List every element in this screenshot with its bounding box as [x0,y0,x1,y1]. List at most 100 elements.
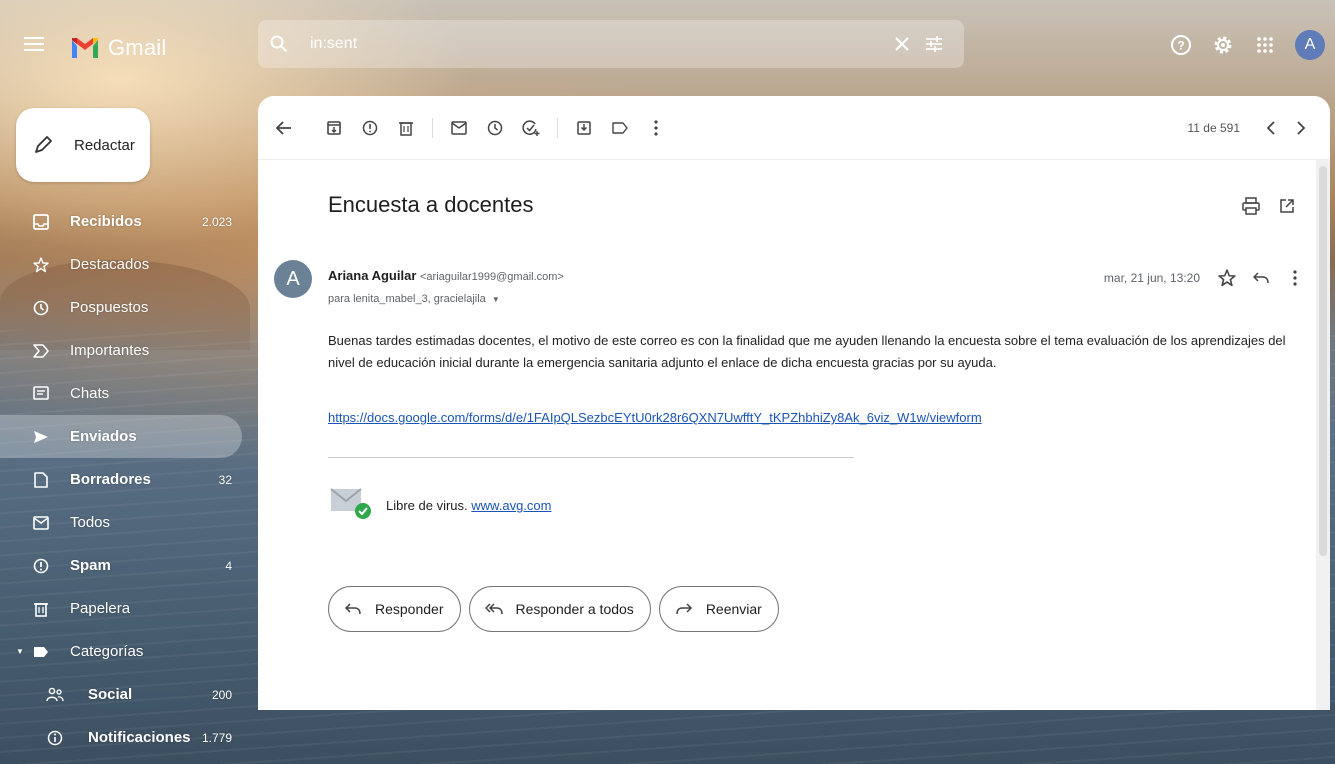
pagination: 11 de 591 [1188,96,1317,160]
sidebar-item-recibidos[interactable]: Recibidos 2.023 [0,200,250,243]
sidebar-item-destacados[interactable]: Destacados [0,243,250,286]
main-menu-icon[interactable] [24,36,48,60]
delete-icon[interactable] [388,110,424,146]
sidebar-item-social[interactable]: Social 200 [0,673,250,716]
sidebar-item-label: Todos [70,514,111,531]
search-icon[interactable] [270,35,310,53]
message-body: Buenas tardes estimadas docentes, el mot… [328,333,1286,370]
sidebar-item-papelera[interactable]: Papelera [0,587,250,630]
gmail-logo-icon [72,38,98,58]
chat-icon [30,385,52,402]
sidebar-item-importantes[interactable]: Importantes [0,329,250,372]
move-to-icon[interactable] [566,110,602,146]
apps-grid-icon[interactable] [1253,33,1277,57]
help-icon[interactable]: ? [1169,33,1193,57]
search-options-icon[interactable] [918,35,950,53]
sender-email: <ariaguilar1999@gmail.com> [420,271,564,283]
inbox-icon [30,213,52,230]
sidebar-item-label: Notificaciones [88,729,191,746]
reply-button[interactable]: Responder [328,586,461,632]
sender-avatar[interactable]: A [274,260,312,298]
message-toolbar: 11 de 591 [258,96,1330,160]
add-task-icon[interactable] [513,110,549,146]
survey-link[interactable]: https://docs.google.com/forms/d/e/1FAIpQ… [328,410,982,425]
sidebar-item-label: Spam [70,557,111,574]
reply-icon[interactable] [1246,264,1276,292]
more-vertical-icon[interactable] [638,110,674,146]
sidebar-item-todos[interactable]: Todos [0,501,250,544]
sidebar-item-label: Importantes [70,342,150,359]
sidebar-item-label: Categorías [70,643,144,660]
forward-icon [674,603,694,615]
back-arrow-icon[interactable] [266,110,302,146]
compose-button[interactable]: Redactar [16,108,150,182]
sidebar-item-categorias[interactable]: ▼ Categorías [0,630,250,673]
reply-label: Responder [375,601,444,617]
settings-gear-icon[interactable] [1211,33,1235,57]
label-outline-icon[interactable] [602,110,638,146]
clear-search-icon[interactable] [886,37,918,51]
pencil-icon [32,134,56,156]
toolbar-divider [557,117,558,138]
spam-icon [30,558,52,574]
scrollbar[interactable] [1316,160,1330,710]
draft-icon [30,471,52,488]
pagination-text: 11 de 591 [1187,121,1241,135]
dropdown-caret-icon: ▼ [491,295,500,304]
reply-all-icon [484,603,504,615]
snooze-icon[interactable] [477,110,513,146]
reply-icon [343,603,363,615]
archive-icon[interactable] [316,110,352,146]
more-vertical-icon[interactable] [1280,264,1310,292]
sender-name[interactable]: Ariana Aguilar [328,268,416,283]
print-icon[interactable] [1236,194,1266,218]
reply-all-label: Responder a todos [515,601,634,617]
chevron-right-icon[interactable] [1286,113,1316,143]
sidebar-item-spam[interactable]: Spam 4 [0,544,250,587]
trash-icon [30,601,52,617]
sidebar-item-label: Recibidos [70,213,142,230]
avg-link[interactable]: www.avg.com [471,498,551,513]
message-subject: Encuesta a docentes [328,192,534,217]
sidebar-item-enviados[interactable]: Enviados [0,415,242,458]
unread-count: 2.023 [201,214,232,229]
send-icon [30,430,52,444]
avg-envelope-icon [330,485,372,521]
sidebar-item-label: Destacados [70,256,150,273]
star-icon [30,256,52,273]
label-icon [30,646,52,658]
info-icon [44,730,66,746]
sidebar-item-label: Borradores [70,471,151,488]
mark-unread-icon[interactable] [441,110,477,146]
star-icon[interactable] [1212,264,1242,292]
important-icon [30,343,52,358]
top-bar: Gmail ? A [0,0,1335,96]
report-spam-icon[interactable] [352,110,388,146]
reply-all-button[interactable]: Responder a todos [468,586,651,632]
sidebar-item-label: Papelera [70,600,131,617]
mail-icon [30,515,52,530]
caret-down-icon[interactable]: ▼ [16,647,24,656]
search-input[interactable] [310,35,886,53]
sender-line: Ariana Aguilar <ariaguilar1999@gmail.com… [328,268,564,283]
account-avatar[interactable]: A [1295,30,1325,60]
message-date: mar, 21 jun, 13:20 [1103,271,1200,285]
scrollbar-thumb[interactable] [1319,166,1327,556]
message-meta: mar, 21 jun, 13:20 [1104,264,1310,292]
people-icon [44,687,66,703]
chevron-left-icon[interactable] [1256,113,1286,143]
recipients-text: para lenita_mabel_3, gracielajila [328,293,486,305]
sidebar-item-label: Enviados [70,428,137,445]
app-name: Gmail [108,35,167,60]
gmail-logo[interactable]: Gmail [70,32,166,64]
virus-free-label: Libre de virus. [386,498,468,513]
sidebar-item-borradores[interactable]: Borradores 32 [0,458,250,501]
recipients-dropdown[interactable]: para lenita_mabel_3, gracielajila ▼ [328,293,500,305]
sidebar-item-label: Pospuestos [70,299,149,316]
open-new-window-icon[interactable] [1272,194,1302,218]
sidebar-item-chats[interactable]: Chats [0,372,250,415]
sidebar-item-pospuestos[interactable]: Pospuestos [0,286,250,329]
sidebar-item-notificaciones[interactable]: Notificaciones 1.779 [0,716,250,759]
search-bar [258,20,964,68]
forward-button[interactable]: Reenviar [658,586,779,632]
